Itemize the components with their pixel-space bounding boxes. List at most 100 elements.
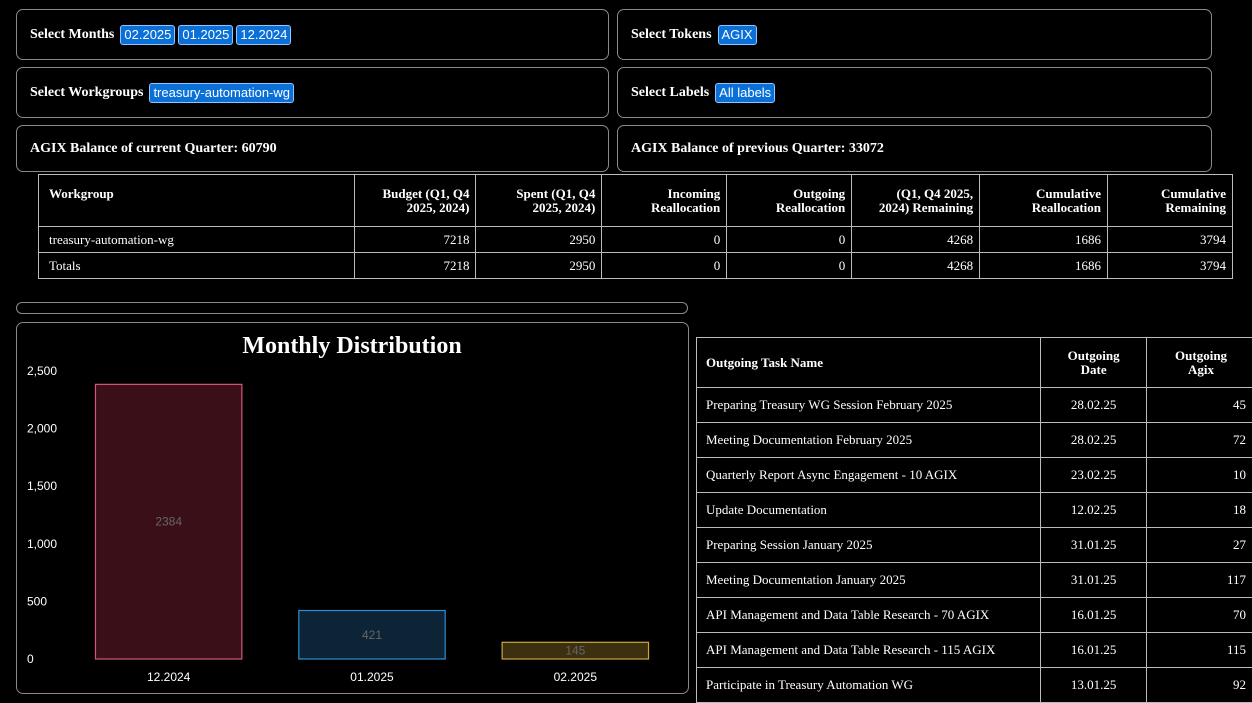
month-chip[interactable]: 02.2025: [120, 25, 175, 45]
y-tick-label: 0: [27, 652, 34, 666]
cell-spent: 2950: [476, 227, 602, 253]
table-row: API Management and Data Table Research -…: [697, 633, 1252, 668]
month-chip[interactable]: 01.2025: [178, 25, 233, 45]
cell-outgoing: 0: [727, 227, 852, 253]
cell-outgoing-date: 16.01.25: [1041, 598, 1147, 633]
header-cumulative-remaining[interactable]: CumulativeRemaining: [1108, 175, 1233, 227]
x-tick-label: 02.2025: [554, 670, 598, 684]
cell-outgoing-agix: 72: [1147, 423, 1252, 458]
cell-remaining: 4268: [852, 253, 980, 279]
previous-balance-text: AGIX Balance of previous Quarter: 33072: [631, 141, 884, 157]
cell-workgroup: Totals: [39, 253, 355, 279]
table-row: Meeting Documentation February 202528.02…: [697, 423, 1252, 458]
budget-table: Workgroup Budget (Q1, Q42025, 2024) Spen…: [38, 174, 1233, 279]
token-chip[interactable]: AGIX: [718, 25, 757, 45]
y-tick-label: 2,500: [27, 364, 57, 378]
cell-outgoing-agix: 27: [1147, 528, 1252, 563]
cell-outgoing: 0: [727, 253, 852, 279]
totals-row: Totals 7218 2950 0 0 4268 1686 3794: [39, 253, 1233, 279]
cell-outgoing-date: 23.02.25: [1041, 458, 1147, 493]
cell-outgoing-agix: 45: [1147, 388, 1252, 423]
header-spent[interactable]: Spent (Q1, Q42025, 2024): [476, 175, 602, 227]
cell-task-name: Meeting Documentation January 2025: [697, 563, 1041, 598]
table-row: Preparing Treasury WG Session February 2…: [697, 388, 1252, 423]
header-task-name[interactable]: Outgoing Task Name: [697, 338, 1041, 388]
cell-outgoing-agix: 10: [1147, 458, 1252, 493]
horizontal-scrollbar[interactable]: [16, 302, 688, 314]
chart-title: Monthly Distribution: [242, 333, 461, 359]
cell-outgoing-agix: 18: [1147, 493, 1252, 528]
cell-outgoing-date: 31.01.25: [1041, 528, 1147, 563]
current-quarter-balance: AGIX Balance of current Quarter: 60790: [16, 125, 609, 172]
header-budget[interactable]: Budget (Q1, Q42025, 2024): [354, 175, 476, 227]
header-outgoing-date[interactable]: OutgoingDate: [1041, 338, 1147, 388]
table-row: Participate in Treasury Automation WG13.…: [697, 668, 1252, 703]
y-tick-label: 2,000: [27, 422, 57, 436]
cell-outgoing-date: 31.01.25: [1041, 563, 1147, 598]
months-label: Select Months: [30, 27, 114, 43]
header-workgroup[interactable]: Workgroup: [39, 175, 355, 227]
x-tick-label: 01.2025: [350, 670, 394, 684]
cell-cumulative-reallocation: 1686: [980, 253, 1108, 279]
cell-task-name: Participate in Treasury Automation WG: [697, 668, 1041, 703]
cell-cumulative-reallocation: 1686: [980, 227, 1108, 253]
cell-outgoing-date: 16.01.25: [1041, 633, 1147, 668]
cell-outgoing-agix: 115: [1147, 633, 1252, 668]
table-row: treasury-automation-wg 7218 2950 0 0 426…: [39, 227, 1233, 253]
labels-filter: Select Labels All labels: [617, 67, 1212, 118]
bar-value-label: 2384: [155, 515, 182, 529]
y-tick-label: 500: [27, 594, 47, 608]
cell-outgoing-date: 13.01.25: [1041, 668, 1147, 703]
cell-budget: 7218: [354, 253, 476, 279]
bar-value-label: 145: [565, 644, 585, 658]
cell-outgoing-date: 28.02.25: [1041, 388, 1147, 423]
table-row: Meeting Documentation January 202531.01.…: [697, 563, 1252, 598]
cell-budget: 7218: [354, 227, 476, 253]
tasks-header-row: Outgoing Task Name OutgoingDate Outgoing…: [697, 338, 1252, 388]
monthly-distribution-chart: Monthly Distribution05001,0001,5002,0002…: [16, 322, 689, 694]
table-row: Preparing Session January 202531.01.2527: [697, 528, 1252, 563]
cell-outgoing-date: 12.02.25: [1041, 493, 1147, 528]
tokens-filter: Select Tokens AGIX: [617, 9, 1212, 60]
outgoing-tasks-table: Outgoing Task Name OutgoingDate Outgoing…: [696, 337, 1252, 703]
cell-task-name: Meeting Documentation February 2025: [697, 423, 1041, 458]
month-chip[interactable]: 12.2024: [236, 25, 291, 45]
cell-task-name: Preparing Session January 2025: [697, 528, 1041, 563]
months-filter: Select Months 02.2025 01.2025 12.2024: [16, 9, 609, 60]
budget-header-row: Workgroup Budget (Q1, Q42025, 2024) Spen…: [39, 175, 1233, 227]
header-outgoing-agix[interactable]: OutgoingAgix: [1147, 338, 1252, 388]
cell-outgoing-agix: 92: [1147, 668, 1252, 703]
table-row: Quarterly Report Async Engagement - 10 A…: [697, 458, 1252, 493]
current-balance-text: AGIX Balance of current Quarter: 60790: [30, 141, 277, 157]
cell-incoming: 0: [602, 227, 727, 253]
tokens-label: Select Tokens: [631, 27, 712, 43]
cell-task-name: Quarterly Report Async Engagement - 10 A…: [697, 458, 1041, 493]
cell-cumulative-remaining: 3794: [1108, 227, 1233, 253]
workgroup-chip[interactable]: treasury-automation-wg: [149, 83, 294, 103]
cell-task-name: API Management and Data Table Research -…: [697, 598, 1041, 633]
x-tick-label: 12.2024: [147, 670, 191, 684]
header-cumulative-reallocation[interactable]: CumulativeReallocation: [980, 175, 1108, 227]
bar-value-label: 421: [362, 628, 382, 642]
cell-outgoing-agix: 117: [1147, 563, 1252, 598]
cell-outgoing-agix: 70: [1147, 598, 1252, 633]
workgroups-filter: Select Workgroups treasury-automation-wg: [16, 67, 609, 118]
cell-outgoing-date: 28.02.25: [1041, 423, 1147, 458]
cell-cumulative-remaining: 3794: [1108, 253, 1233, 279]
cell-task-name: Preparing Treasury WG Session February 2…: [697, 388, 1041, 423]
header-remaining[interactable]: (Q1, Q4 2025,2024) Remaining: [852, 175, 980, 227]
header-incoming-reallocation[interactable]: IncomingReallocation: [602, 175, 727, 227]
cell-workgroup: treasury-automation-wg: [39, 227, 355, 253]
header-outgoing-reallocation[interactable]: OutgoingReallocation: [727, 175, 852, 227]
previous-quarter-balance: AGIX Balance of previous Quarter: 33072: [617, 125, 1212, 172]
label-chip[interactable]: All labels: [715, 83, 775, 103]
cell-incoming: 0: [602, 253, 727, 279]
workgroups-label: Select Workgroups: [30, 85, 143, 101]
labels-label: Select Labels: [631, 85, 709, 101]
y-tick-label: 1,500: [27, 479, 57, 493]
cell-task-name: Update Documentation: [697, 493, 1041, 528]
cell-task-name: API Management and Data Table Research -…: [697, 633, 1041, 668]
cell-remaining: 4268: [852, 227, 980, 253]
table-row: Update Documentation12.02.2518: [697, 493, 1252, 528]
chart-svg: Monthly Distribution05001,0001,5002,0002…: [17, 323, 688, 693]
